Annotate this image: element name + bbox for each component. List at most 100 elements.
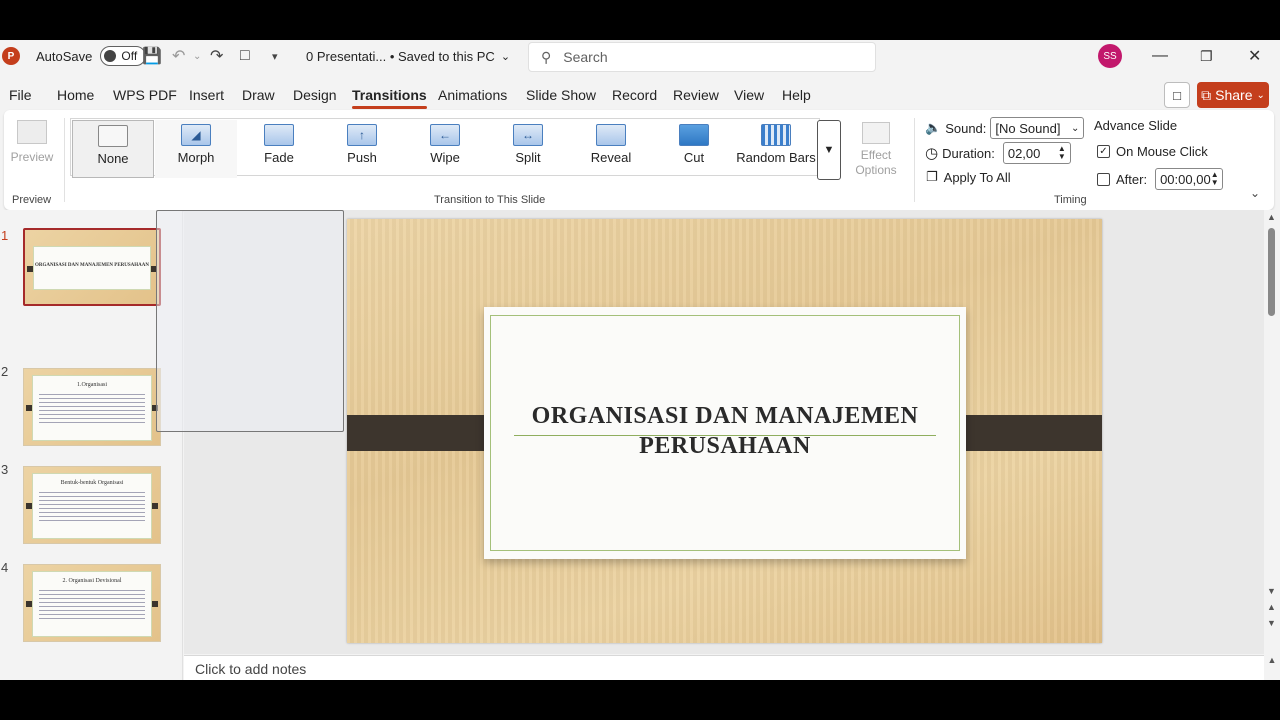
search-box[interactable]: ⚲ Search xyxy=(528,42,876,72)
slide-number: 1 xyxy=(1,228,9,243)
transition-label: None xyxy=(97,151,129,166)
undo-icon[interactable]: ↶ xyxy=(172,40,185,72)
transition-push[interactable]: ↑ Push xyxy=(321,120,403,178)
thumb-body-text xyxy=(39,394,145,424)
slide-thumbnail-2[interactable]: 1.Organisasi xyxy=(23,368,161,446)
save-icon[interactable]: 💾 xyxy=(142,40,162,72)
scrollbar-thumb[interactable] xyxy=(1268,228,1275,316)
transition-random-bars[interactable]: Random Bars xyxy=(736,120,816,178)
tab-file[interactable]: File xyxy=(9,87,32,103)
after-checkbox[interactable] xyxy=(1097,172,1110,186)
slide-thumbnail-3[interactable]: Bentuk-bentuk Organisasi xyxy=(23,466,161,544)
notes-pane[interactable]: Click to add notes xyxy=(184,655,1264,680)
preview-icon xyxy=(17,120,47,144)
tab-help[interactable]: Help xyxy=(782,87,811,103)
ribbon-divider xyxy=(64,118,65,202)
tab-slide-show[interactable]: Slide Show xyxy=(526,87,596,103)
scroll-up-icon[interactable]: ▲ xyxy=(1268,655,1277,665)
transition-fade[interactable]: Fade xyxy=(238,120,320,178)
autosave-label: AutoSave xyxy=(36,48,93,64)
transition-label: Morph xyxy=(177,150,215,165)
transition-label: Split xyxy=(515,150,541,165)
thumb-body-text xyxy=(39,492,145,522)
duration-stepper[interactable]: 02,00 ▲ ▼ xyxy=(1002,142,1071,164)
restore-icon[interactable]: ❐ xyxy=(1200,40,1213,72)
more-transitions-button[interactable]: ▼ xyxy=(817,120,841,180)
tab-transitions[interactable]: Transitions xyxy=(352,87,427,109)
present-icon[interactable]: □ xyxy=(240,40,250,72)
slide-thumbnail-1[interactable]: ORGANISASI DAN MANAJEMEN PERUSAHAAN xyxy=(23,228,161,306)
customize-qat-icon[interactable]: ▾ xyxy=(272,40,278,72)
reveal-transition-icon xyxy=(596,124,626,146)
autosave-toggle[interactable]: AutoSave Off xyxy=(36,40,147,72)
slide-thumbnail-4[interactable]: 2. Organisasi Devisional xyxy=(23,564,161,642)
on-mouse-click-checkbox[interactable]: ✓ On Mouse Click xyxy=(1097,144,1208,159)
notes-placeholder: Click to add notes xyxy=(195,661,307,677)
transition-wipe[interactable]: ← Wipe xyxy=(404,120,486,178)
apply-to-all-label: Apply To All xyxy=(943,169,1011,185)
powerpoint-logo-icon: P xyxy=(2,47,20,65)
document-title[interactable]: 0 Presentati... • Saved to this PC ⌄ xyxy=(306,40,510,72)
spinner-icon[interactable]: ▲ ▼ xyxy=(1058,145,1066,161)
autosave-switch[interactable]: Off xyxy=(100,46,147,66)
transitions-ribbon: Preview Preview None ◢ Morph Fade ↑ Push ←… xyxy=(4,110,1274,210)
undo-dropdown-icon[interactable]: ⌄ xyxy=(193,40,201,72)
toggle-knob-icon xyxy=(104,50,117,62)
ribbon-tabs: File Home WPS PDF Insert Draw Design Tra… xyxy=(0,80,1280,110)
transition-label: Push xyxy=(347,150,377,165)
slide-number: 2 xyxy=(1,364,9,379)
vertical-scrollbar[interactable]: ▲ ▼ ▲ ▼ xyxy=(1264,210,1280,654)
tab-record[interactable]: Record xyxy=(612,87,657,103)
effect-options-icon xyxy=(862,122,890,144)
preview-label: Preview xyxy=(10,150,54,164)
transition-morph[interactable]: ◢ Morph xyxy=(155,120,237,178)
after-row: After: 00:00,00 ▲ ▼ xyxy=(1097,168,1224,190)
apply-to-all-button[interactable]: ❐ Apply To All xyxy=(926,169,1011,185)
tab-animations[interactable]: Animations xyxy=(438,87,507,103)
slide-title[interactable]: ORGANISASI DAN MANAJEMEN PERUSAHAAN xyxy=(504,401,946,461)
slide-title-line-1: ORGANISASI DAN MANAJEMEN xyxy=(531,403,919,429)
transition-split[interactable]: ↔ Split xyxy=(487,120,569,178)
speaker-icon: 🔈 xyxy=(925,120,942,135)
transition-cut[interactable]: Cut xyxy=(653,120,735,178)
spinner-icon[interactable]: ▲ ▼ xyxy=(1211,171,1219,187)
after-label: After: xyxy=(1116,171,1148,187)
previous-slide-icon[interactable]: ▲ xyxy=(1267,602,1276,612)
scroll-down-icon[interactable]: ▼ xyxy=(1267,586,1276,596)
collapse-ribbon-icon[interactable]: ⌄ xyxy=(1250,186,1260,200)
apply-all-icon: ❐ xyxy=(926,169,938,184)
preview-button[interactable]: Preview xyxy=(10,118,54,164)
scroll-up-icon[interactable]: ▲ xyxy=(1267,212,1276,222)
slide-canvas[interactable]: ORGANISASI DAN MANAJEMEN PERUSAHAAN xyxy=(347,219,1102,643)
redo-icon[interactable]: ↷ xyxy=(210,40,223,72)
transition-label: Cut xyxy=(683,150,705,165)
slide-ribbon-left xyxy=(347,415,499,451)
sound-select[interactable]: [No Sound] ⌄ xyxy=(990,117,1085,139)
tab-insert[interactable]: Insert xyxy=(189,87,224,103)
after-stepper[interactable]: 00:00,00 ▲ ▼ xyxy=(1155,168,1224,190)
sound-value: [No Sound] xyxy=(995,120,1061,136)
effect-options-button[interactable]: Effect Options xyxy=(846,120,906,178)
comments-button[interactable]: □ xyxy=(1164,82,1190,108)
checkbox-checked-icon[interactable]: ✓ xyxy=(1097,145,1110,158)
next-slide-icon[interactable]: ▼ xyxy=(1267,618,1276,628)
powerpoint-window: P AutoSave Off 💾 ↶ ⌄ ↷ □ ▾ 0 Presentati.… xyxy=(0,40,1280,680)
chevron-down-icon: ⌄ xyxy=(500,50,511,63)
thumb-card: 2. Organisasi Devisional xyxy=(32,571,152,637)
close-icon[interactable]: ✕ xyxy=(1248,40,1261,72)
user-avatar[interactable]: SS xyxy=(1098,40,1122,72)
minimize-icon[interactable]: — xyxy=(1152,40,1168,72)
transition-none[interactable]: None xyxy=(72,120,154,178)
transition-label: Wipe xyxy=(430,150,460,165)
tab-draw[interactable]: Draw xyxy=(242,87,275,103)
notes-scrollbar[interactable]: ▲ xyxy=(1264,655,1280,680)
group-label-timing: Timing xyxy=(1054,194,1087,206)
tab-view[interactable]: View xyxy=(734,87,764,103)
sound-row: 🔈 Sound: [No Sound] ⌄ xyxy=(925,117,1085,139)
tab-home[interactable]: Home xyxy=(57,87,94,103)
tab-design[interactable]: Design xyxy=(293,87,337,103)
transition-reveal[interactable]: Reveal xyxy=(570,120,652,178)
tab-wps-pdf[interactable]: WPS PDF xyxy=(113,87,177,103)
share-button[interactable]: ⧉ Share ⌄ xyxy=(1197,82,1269,108)
tab-review[interactable]: Review xyxy=(673,87,719,103)
